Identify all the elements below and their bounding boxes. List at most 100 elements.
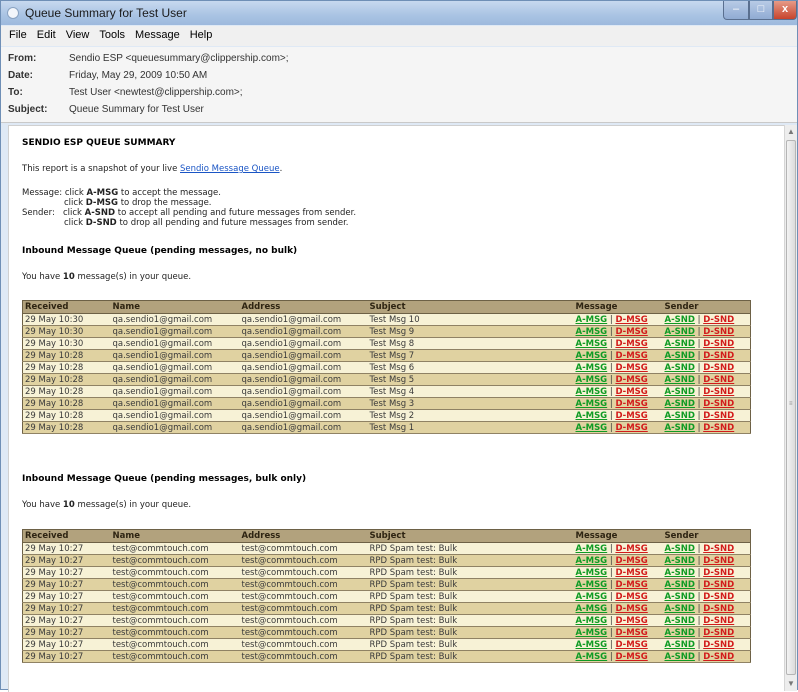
accept-sender-link[interactable]: A-SND <box>665 375 695 385</box>
accept-message-link[interactable]: A-MSG <box>576 640 608 650</box>
scroll-up-arrow-icon[interactable]: ▲ <box>785 125 797 139</box>
accept-sender-link[interactable]: A-SND <box>665 351 695 361</box>
accept-sender-link[interactable]: A-SND <box>665 315 695 325</box>
accept-sender-link[interactable]: A-SND <box>665 652 695 662</box>
accept-sender-link[interactable]: A-SND <box>665 592 695 602</box>
drop-message-link[interactable]: D-MSG <box>615 375 647 385</box>
drop-sender-link[interactable]: D-SND <box>703 411 734 421</box>
accept-message-link[interactable]: A-MSG <box>576 628 608 638</box>
drop-message-link[interactable]: D-MSG <box>615 640 647 650</box>
to-value[interactable]: Test User <newtest@clippership.com>; <box>69 87 243 98</box>
accept-sender-link[interactable]: A-SND <box>665 604 695 614</box>
menu-tools[interactable]: Tools <box>94 26 130 41</box>
drop-message-link[interactable]: D-MSG <box>615 363 647 373</box>
drop-message-link[interactable]: D-MSG <box>615 568 647 578</box>
close-button[interactable]: x <box>773 1 797 20</box>
drop-message-link[interactable]: D-MSG <box>615 399 647 409</box>
drop-message-link[interactable]: D-MSG <box>615 604 647 614</box>
drop-message-link[interactable]: D-MSG <box>615 315 647 325</box>
drop-sender-link[interactable]: D-SND <box>703 616 734 626</box>
drop-sender-link[interactable]: D-SND <box>703 604 734 614</box>
drop-message-link[interactable]: D-MSG <box>615 628 647 638</box>
accept-sender-link[interactable]: A-SND <box>665 423 695 433</box>
accept-sender-link[interactable]: A-SND <box>665 411 695 421</box>
accept-sender-link[interactable]: A-SND <box>665 580 695 590</box>
menu-help[interactable]: Help <box>185 26 218 41</box>
drop-sender-link[interactable]: D-SND <box>703 387 734 397</box>
scrollbar-thumb[interactable]: ≡ <box>786 140 796 675</box>
drop-message-link[interactable]: D-MSG <box>615 556 647 566</box>
accept-sender-link[interactable]: A-SND <box>665 363 695 373</box>
accept-message-link[interactable]: A-MSG <box>576 375 608 385</box>
scroll-down-arrow-icon[interactable]: ▼ <box>785 677 797 691</box>
drop-message-link[interactable]: D-MSG <box>615 387 647 397</box>
drop-sender-link[interactable]: D-SND <box>703 568 734 578</box>
drop-message-link[interactable]: D-MSG <box>615 327 647 337</box>
accept-message-link[interactable]: A-MSG <box>576 411 608 421</box>
accept-sender-link[interactable]: A-SND <box>665 544 695 554</box>
drop-sender-link[interactable]: D-SND <box>703 628 734 638</box>
accept-sender-link[interactable]: A-SND <box>665 556 695 566</box>
accept-message-link[interactable]: A-MSG <box>576 339 608 349</box>
drop-sender-link[interactable]: D-SND <box>703 399 734 409</box>
accept-message-link[interactable]: A-MSG <box>576 544 608 554</box>
vertical-scrollbar[interactable]: ▲ ≡ ▼ <box>784 125 797 691</box>
accept-sender-link[interactable]: A-SND <box>665 568 695 578</box>
accept-message-link[interactable]: A-MSG <box>576 556 608 566</box>
drop-message-link[interactable]: D-MSG <box>615 411 647 421</box>
drop-message-link[interactable]: D-MSG <box>615 423 647 433</box>
menu-view[interactable]: View <box>61 26 95 41</box>
drop-sender-link[interactable]: D-SND <box>703 327 734 337</box>
accept-sender-link[interactable]: A-SND <box>665 628 695 638</box>
name-cell: qa.sendio1@gmail.com <box>110 409 240 422</box>
accept-sender-link[interactable]: A-SND <box>665 339 695 349</box>
minimize-button[interactable]: – <box>723 1 749 20</box>
accept-message-link[interactable]: A-MSG <box>576 363 608 373</box>
accept-message-link[interactable]: A-MSG <box>576 387 608 397</box>
drop-sender-link[interactable]: D-SND <box>703 375 734 385</box>
menu-file[interactable]: File <box>1 26 32 41</box>
sendio-queue-link[interactable]: Sendio Message Queue <box>180 164 280 174</box>
maximize-button[interactable]: □ <box>749 1 773 20</box>
drop-sender-link[interactable]: D-SND <box>703 544 734 554</box>
drop-message-link[interactable]: D-MSG <box>615 351 647 361</box>
from-value[interactable]: Sendio ESP <queuesummary@clippership.com… <box>69 53 289 64</box>
drop-sender-link[interactable]: D-SND <box>703 339 734 349</box>
accept-message-link[interactable]: A-MSG <box>576 399 608 409</box>
accept-sender-link[interactable]: A-SND <box>665 640 695 650</box>
accept-message-link[interactable]: A-MSG <box>576 423 608 433</box>
accept-message-link[interactable]: A-MSG <box>576 351 608 361</box>
accept-message-link[interactable]: A-MSG <box>576 652 608 662</box>
received-cell: 29 May 10:27 <box>22 566 111 579</box>
drop-message-link[interactable]: D-MSG <box>615 339 647 349</box>
drop-sender-link[interactable]: D-SND <box>703 580 734 590</box>
queue2-count: 10 <box>62 500 75 510</box>
accept-message-link[interactable]: A-MSG <box>576 592 608 602</box>
title-bar[interactable]: Queue Summary for Test User – □ x <box>1 1 797 25</box>
drop-sender-link[interactable]: D-SND <box>703 640 734 650</box>
menu-edit[interactable]: Edit <box>32 26 61 41</box>
accept-message-link[interactable]: A-MSG <box>576 327 608 337</box>
drop-message-link[interactable]: D-MSG <box>615 580 647 590</box>
accept-message-link[interactable]: A-MSG <box>576 568 608 578</box>
drop-sender-link[interactable]: D-SND <box>703 351 734 361</box>
drop-message-link[interactable]: D-MSG <box>615 592 647 602</box>
drop-message-link[interactable]: D-MSG <box>615 544 647 554</box>
drop-sender-link[interactable]: D-SND <box>703 556 734 566</box>
drop-message-link[interactable]: D-MSG <box>615 616 647 626</box>
accept-message-link[interactable]: A-MSG <box>576 580 608 590</box>
accept-sender-link[interactable]: A-SND <box>665 399 695 409</box>
drop-sender-link[interactable]: D-SND <box>703 423 734 433</box>
drop-sender-link[interactable]: D-SND <box>703 652 734 662</box>
accept-message-link[interactable]: A-MSG <box>576 604 608 614</box>
accept-sender-link[interactable]: A-SND <box>665 327 695 337</box>
menu-message[interactable]: Message <box>130 26 185 41</box>
drop-message-link[interactable]: D-MSG <box>615 652 647 662</box>
drop-sender-link[interactable]: D-SND <box>703 315 734 325</box>
drop-sender-link[interactable]: D-SND <box>703 363 734 373</box>
accept-sender-link[interactable]: A-SND <box>665 616 695 626</box>
accept-sender-link[interactable]: A-SND <box>665 387 695 397</box>
drop-sender-link[interactable]: D-SND <box>703 592 734 602</box>
accept-message-link[interactable]: A-MSG <box>576 616 608 626</box>
accept-message-link[interactable]: A-MSG <box>576 315 608 325</box>
